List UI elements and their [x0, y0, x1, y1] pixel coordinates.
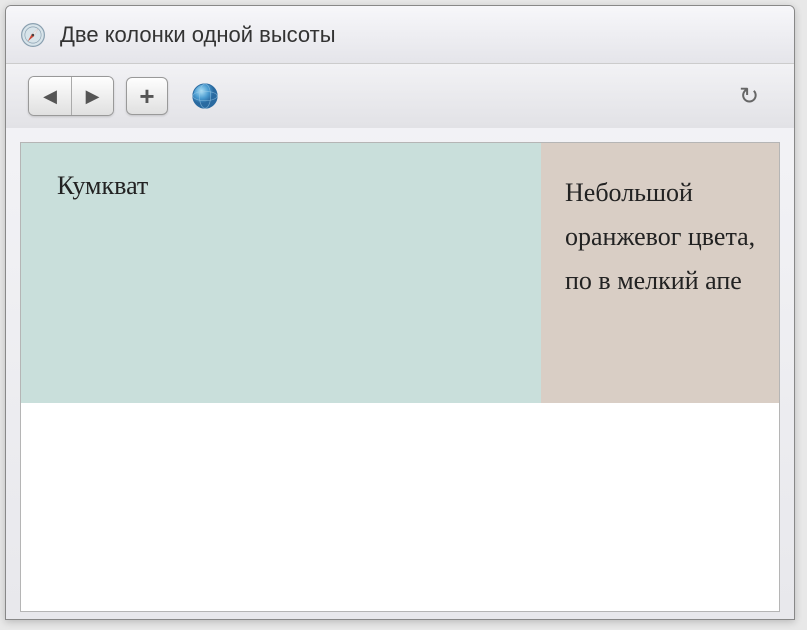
- globe-icon: [190, 81, 220, 111]
- window-title: Две колонки одной высоты: [60, 22, 336, 48]
- left-column-text: Кумкват: [57, 171, 148, 200]
- two-column-layout: Кумкват Небольшой оранжевог цвета, по в …: [21, 143, 779, 403]
- back-button[interactable]: ◀: [29, 77, 71, 115]
- safari-icon: [20, 22, 46, 48]
- nav-buttons: ◀ ▶: [28, 76, 114, 116]
- content-whitespace: [21, 403, 779, 603]
- address-area: ↻: [184, 77, 772, 115]
- forward-button[interactable]: ▶: [71, 77, 113, 115]
- add-tab-button[interactable]: +: [126, 77, 168, 115]
- browser-window: Две колонки одной высоты ◀ ▶ +: [5, 5, 795, 620]
- left-column: Кумкват: [21, 143, 541, 403]
- toolbar: ◀ ▶ + ↻: [6, 64, 794, 128]
- right-column-text: Небольшой оранжевог цвета, по в мелкий а…: [565, 178, 755, 295]
- titlebar: Две колонки одной высоты: [6, 6, 794, 64]
- content-viewport: Кумкват Небольшой оранжевог цвета, по в …: [20, 142, 780, 612]
- right-column: Небольшой оранжевог цвета, по в мелкий а…: [541, 143, 779, 403]
- refresh-button[interactable]: ↻: [730, 77, 768, 115]
